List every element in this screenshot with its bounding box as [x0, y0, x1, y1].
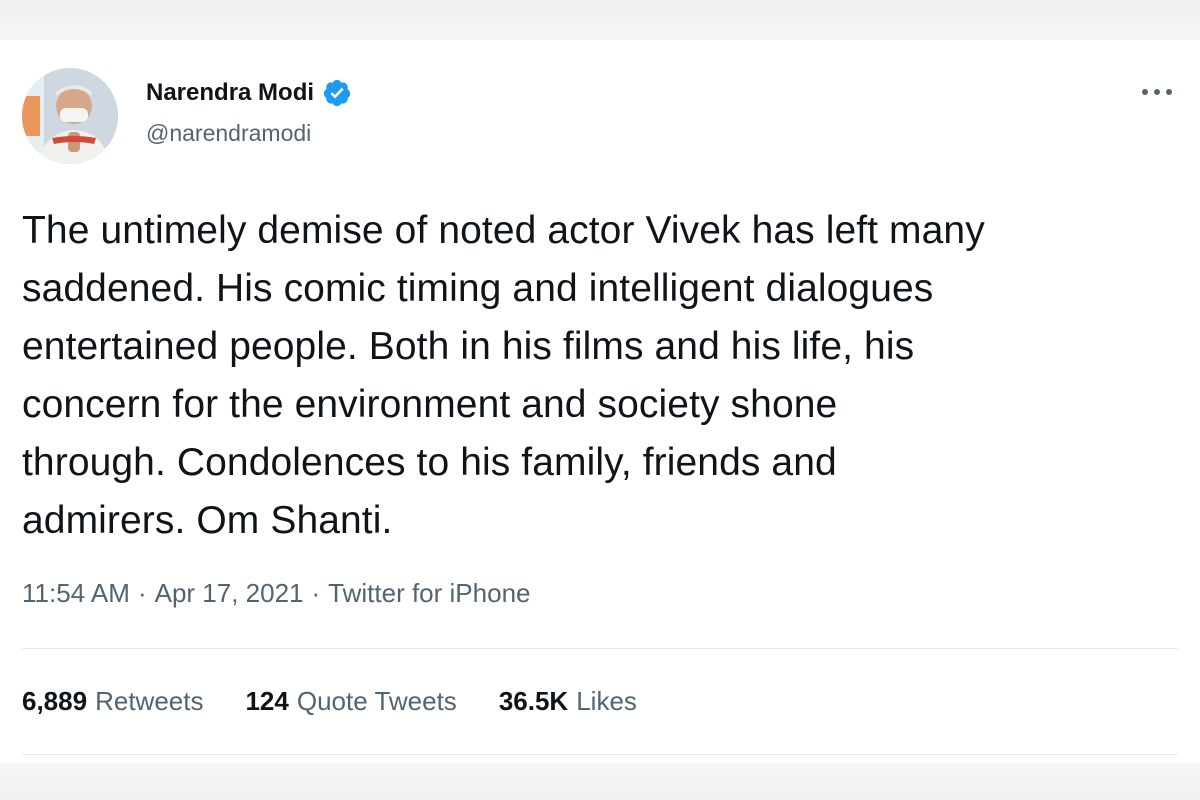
more-options-icon[interactable]: [1140, 86, 1174, 98]
author-name-text: Narendra Modi: [146, 79, 315, 106]
tweet-metadata: 11:54 AM · Apr 17, 2021 · Twitter for iP…: [22, 578, 530, 609]
quote-tweets-stat[interactable]: 124 Quote Tweets: [245, 686, 456, 717]
top-background-band: [0, 0, 1200, 40]
likes-stat[interactable]: 36.5K Likes: [499, 686, 637, 717]
meta-separator: ·: [137, 578, 147, 608]
tweet-body-text: The untimely demise of noted actor Vivek…: [22, 209, 985, 542]
retweets-stat[interactable]: 6,889 Retweets: [22, 686, 203, 717]
tweet-date[interactable]: Apr 17, 2021: [155, 578, 304, 609]
quote-tweets-count: 124: [245, 686, 289, 716]
retweets-label: Retweets: [95, 686, 204, 716]
divider-top: [22, 648, 1178, 649]
verified-badge-icon: [323, 79, 351, 107]
retweets-count: 6,889: [22, 686, 88, 716]
likes-label: Likes: [576, 686, 637, 716]
quote-tweets-label: Quote Tweets: [296, 686, 457, 716]
engagement-stats: 6,889 Retweets 124 Quote Tweets 36.5K Li…: [22, 686, 637, 717]
tweet-card: Narendra Modi @narendramodi The untimely…: [0, 40, 1200, 762]
tweet-time[interactable]: 11:54 AM: [22, 578, 130, 609]
author-avatar[interactable]: [22, 68, 118, 164]
meta-separator: ·: [311, 578, 321, 608]
author-handle[interactable]: @narendramodi: [146, 120, 311, 147]
author-name[interactable]: Narendra Modi: [146, 78, 352, 108]
tweet-source[interactable]: Twitter for iPhone: [328, 578, 530, 609]
avatar-image: [22, 68, 118, 164]
bottom-background-band: [0, 762, 1200, 800]
likes-count: 36.5K: [498, 686, 569, 716]
divider-bottom: [22, 754, 1178, 755]
